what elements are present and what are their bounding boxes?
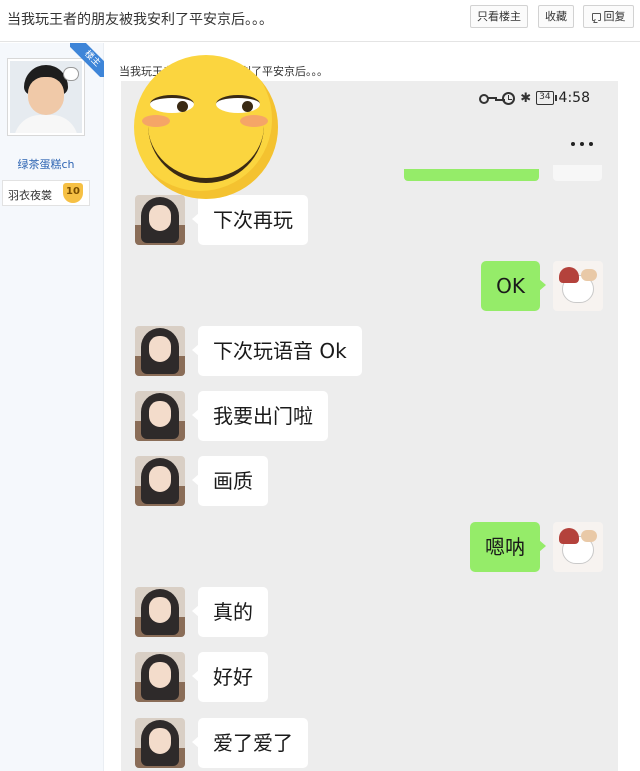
op-ribbon: 楼主 — [70, 43, 104, 77]
message-bubble[interactable]: 画质 — [192, 456, 268, 506]
my-avatar[interactable] — [553, 522, 603, 572]
partial-sent-bubble — [404, 169, 539, 181]
friend-avatar[interactable] — [135, 326, 185, 376]
chat-message-right: OK — [133, 261, 603, 311]
badge-level: 10 — [66, 186, 80, 197]
op-tag: 楼主 — [70, 43, 104, 77]
phone-status-bar: ✱ 34 4:58 — [479, 89, 590, 107]
reply-icon — [591, 13, 601, 21]
chat-message-left: 我要出门啦 — [135, 391, 605, 441]
chat-message-left: 爱了爱了 — [135, 718, 605, 768]
username-link[interactable]: 绿茶蛋糕ch — [0, 156, 92, 172]
level-icon: 10 — [63, 183, 83, 203]
author-sidebar: 楼主 绿茶蛋糕ch 羽衣夜裳 10 — [0, 43, 104, 771]
message-bubble[interactable]: 我要出门啦 — [192, 391, 328, 441]
key-icon — [479, 93, 498, 104]
right-eye — [216, 95, 260, 113]
thread-header: 当我玩王者的朋友被我安利了平安京后。。。 只看楼主 收藏 回复 — [0, 0, 640, 42]
bluetooth-icon: ✱ — [520, 90, 532, 106]
thread-title: 当我玩王者的朋友被我安利了平安京后。。。 — [7, 12, 273, 28]
reply-button[interactable]: 回复 — [583, 5, 634, 28]
left-eye — [150, 95, 194, 113]
status-time: 4:58 — [558, 90, 590, 106]
more-icon[interactable] — [571, 142, 595, 148]
message-bubble[interactable]: 真的 — [192, 587, 268, 637]
alarm-icon — [502, 91, 516, 105]
message-bubble[interactable]: OK — [481, 261, 546, 311]
friend-avatar[interactable] — [135, 587, 185, 637]
friend-avatar[interactable] — [135, 391, 185, 441]
emoji-sticker — [134, 55, 278, 199]
right-cheek — [240, 115, 268, 127]
left-cheek — [142, 115, 170, 127]
message-bubble[interactable]: 嗯呐 — [470, 522, 546, 572]
my-avatar[interactable] — [553, 261, 603, 311]
chat-message-left: 画质 — [135, 456, 605, 506]
reply-label: 回复 — [603, 10, 626, 23]
favorite-button[interactable]: 收藏 — [538, 5, 574, 28]
chat-message-left: 好好 — [135, 652, 605, 702]
member-badge[interactable]: 羽衣夜裳 10 — [2, 180, 90, 206]
only-op-button[interactable]: 只看楼主 — [470, 5, 528, 28]
friend-avatar[interactable] — [135, 652, 185, 702]
partial-avatar — [553, 165, 602, 181]
friend-avatar[interactable] — [135, 195, 185, 245]
chat-message-left: 下次再玩 — [135, 195, 605, 245]
chat-message-left: 真的 — [135, 587, 605, 637]
message-bubble[interactable]: 爱了爱了 — [192, 718, 308, 768]
chat-message-right: 嗯呐 — [133, 522, 603, 572]
friend-avatar[interactable] — [135, 718, 185, 768]
friend-avatar[interactable] — [135, 456, 185, 506]
message-bubble[interactable]: 下次再玩 — [192, 195, 308, 245]
chat-message-left: 下次玩语音 Ok — [135, 326, 605, 376]
message-bubble[interactable]: 好好 — [192, 652, 268, 702]
message-bubble[interactable]: 下次玩语音 Ok — [192, 326, 362, 376]
badge-name: 羽衣夜裳 — [8, 189, 52, 202]
battery-icon: 34 — [536, 91, 558, 105]
